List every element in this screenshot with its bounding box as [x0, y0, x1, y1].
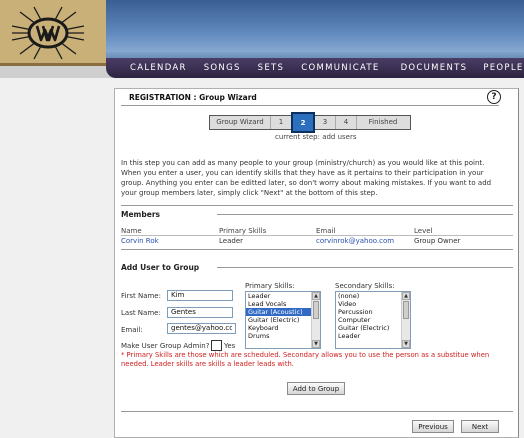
email-label: Email:	[121, 326, 143, 334]
primary-option[interactable]: Keyboard	[246, 324, 320, 332]
member-skills: Leader	[219, 237, 244, 245]
add-to-group-button[interactable]: Add to Group	[287, 382, 345, 395]
member-name-link[interactable]: Corvin Rok	[121, 237, 159, 245]
header-banner-image	[106, 0, 524, 58]
primary-option[interactable]: Guitar (Electric)	[246, 316, 320, 324]
logo-icon[interactable]	[10, 6, 86, 60]
scroll-thumb[interactable]	[403, 301, 409, 319]
first-name-label: First Name:	[121, 292, 161, 300]
members-col-level: Level	[414, 227, 433, 235]
members-top-divider	[121, 205, 513, 206]
primary-option[interactable]: Leader	[246, 292, 320, 300]
step-4[interactable]: 4	[336, 116, 357, 129]
members-bottom-divider	[121, 249, 513, 250]
admin-label: Make User Group Admin?	[121, 342, 210, 350]
scroll-up-icon[interactable]: ▲	[312, 292, 320, 300]
secondary-option[interactable]: Percussion	[336, 308, 410, 316]
secondary-option[interactable]: Leader	[336, 332, 410, 340]
primary-option[interactable]: Lead Vocals	[246, 300, 320, 308]
nav-documents[interactable]: DOCUMENTS	[401, 63, 468, 73]
secondary-skills-listbox[interactable]: (none) Video Percussion Computer Guitar …	[335, 291, 411, 349]
members-col-skills: Primary Skills	[219, 227, 267, 235]
member-level: Group Owner	[414, 237, 461, 245]
main-nav: CALENDAR SONGS SETS COMMUNICATE DOCUMENT…	[106, 58, 524, 78]
members-heading-divider	[217, 214, 513, 215]
intro-text: In this step you can add as many people …	[121, 159, 492, 197]
secondary-option[interactable]: Computer	[336, 316, 410, 324]
email-input[interactable]	[167, 323, 236, 334]
secondary-option[interactable]: (none)	[336, 292, 410, 300]
previous-button[interactable]: Previous	[412, 420, 454, 433]
panel-title: REGISTRATION : Group Wizard	[129, 93, 257, 102]
footer-divider	[121, 411, 513, 412]
nav-songs[interactable]: SONGS	[204, 63, 241, 73]
secondary-skills-label: Secondary Skills:	[335, 282, 395, 290]
last-name-input[interactable]	[167, 307, 233, 318]
step-2-active[interactable]: 2	[291, 112, 315, 133]
wizard-steps: Group Wizard 1 3 4 Finished 2	[209, 112, 411, 133]
next-button[interactable]: Next	[461, 420, 499, 433]
secondary-scrollbar[interactable]: ▲ ▼	[401, 292, 410, 348]
step-finished[interactable]: Finished	[357, 116, 409, 129]
secondary-option[interactable]: Video	[336, 300, 410, 308]
skills-note: * Primary Skills are those which are sch…	[121, 351, 490, 368]
help-icon[interactable]: ?	[487, 90, 501, 104]
members-heading: Members	[121, 210, 160, 219]
members-header-divider	[121, 235, 513, 236]
primary-skills-label: Primary Skills:	[245, 282, 295, 290]
scroll-up-icon[interactable]: ▲	[402, 292, 410, 300]
header: CALENDAR SONGS SETS COMMUNICATE DOCUMENT…	[0, 0, 524, 78]
last-name-label: Last Name:	[121, 309, 161, 317]
add-user-divider	[217, 267, 513, 268]
first-name-input[interactable]	[167, 290, 233, 301]
logo-panel	[0, 0, 106, 66]
add-user-heading: Add User to Group	[121, 263, 200, 272]
scroll-thumb[interactable]	[313, 301, 319, 319]
step-1[interactable]: 1	[271, 116, 292, 129]
step-group-wizard[interactable]: Group Wizard	[210, 116, 271, 129]
title-divider	[121, 105, 499, 106]
registration-panel: REGISTRATION : Group Wizard ? Group Wiza…	[114, 88, 519, 438]
nav-sets[interactable]: SETS	[258, 63, 285, 73]
secondary-option[interactable]: Guitar (Electric)	[336, 324, 410, 332]
admin-checkbox[interactable]	[211, 340, 222, 351]
members-col-name: Name	[121, 227, 142, 235]
current-step-text: current step: add users	[275, 133, 357, 141]
members-col-email: Email	[316, 227, 336, 235]
member-email-link[interactable]: corvinrok@yahoo.com	[316, 237, 394, 245]
nav-calendar[interactable]: CALENDAR	[130, 63, 187, 73]
nav-communicate[interactable]: COMMUNICATE	[301, 63, 379, 73]
scroll-down-icon[interactable]: ▼	[312, 340, 320, 348]
admin-yes-label: Yes	[224, 342, 236, 350]
primary-option[interactable]: Drums	[246, 332, 320, 340]
primary-scrollbar[interactable]: ▲ ▼	[311, 292, 320, 348]
nav-people[interactable]: PEOPLE	[483, 63, 523, 73]
primary-option-selected[interactable]: Guitar (Acoustic)	[246, 308, 320, 316]
step-3[interactable]: 3	[315, 116, 336, 129]
primary-skills-listbox[interactable]: Leader Lead Vocals Guitar (Acoustic) Gui…	[245, 291, 321, 349]
scroll-down-icon[interactable]: ▼	[402, 340, 410, 348]
